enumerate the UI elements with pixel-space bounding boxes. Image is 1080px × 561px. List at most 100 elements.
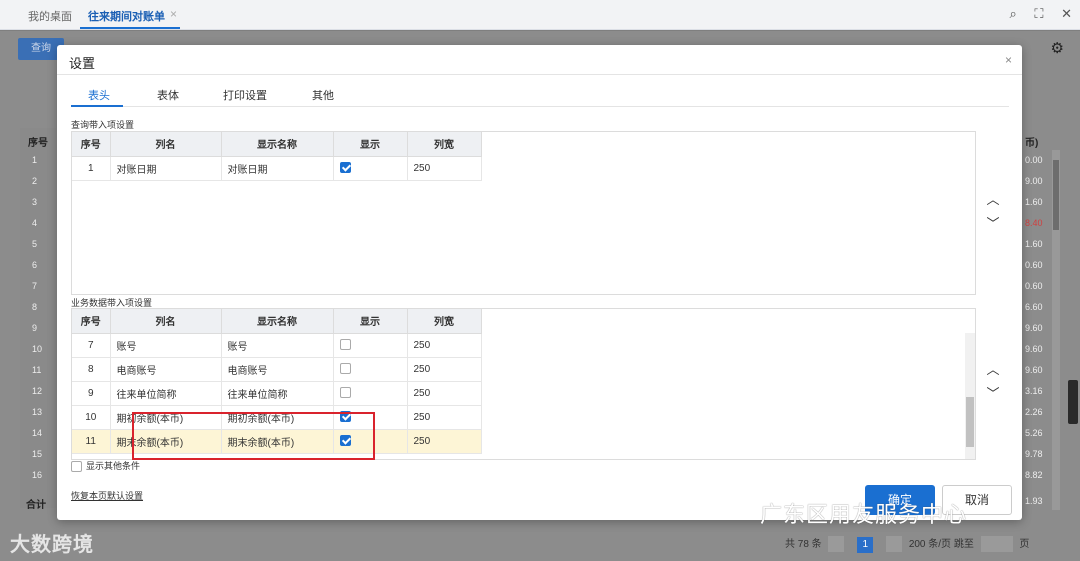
table-row[interactable]: 1 对账日期 对账日期 250 xyxy=(72,156,482,181)
grid-row-number: 12 xyxy=(32,386,43,396)
gear-icon[interactable]: ⚙ xyxy=(1051,39,1064,57)
grid-amount-cell: 1.60 xyxy=(1025,197,1043,207)
column-header-show: 显示 xyxy=(333,132,408,157)
restore-defaults-link[interactable]: 恢复本页默认设置 xyxy=(71,489,143,502)
grid-row-number: 4 xyxy=(32,218,38,228)
grid-row-number: 14 xyxy=(32,428,43,438)
show-checkbox[interactable] xyxy=(339,387,351,399)
side-panel-handle[interactable] xyxy=(1068,380,1078,424)
column-header-display: 显示名称 xyxy=(221,309,334,334)
grid-row-number: 1 xyxy=(32,155,38,165)
grid-row-number: 11 xyxy=(32,365,42,375)
column-header-no: 序号 xyxy=(72,309,111,334)
search-icon[interactable]: ⌕ xyxy=(1009,6,1016,21)
column-header-show: 显示 xyxy=(333,309,408,334)
grid-amount-cell: 8.40 xyxy=(1025,218,1043,228)
cell-name: 电商账号 xyxy=(110,357,222,382)
cell-width[interactable]: 250 xyxy=(407,405,482,430)
grid-row-number: 9 xyxy=(32,323,38,333)
cell-name: 往来单位简称 xyxy=(110,381,222,406)
cell-display[interactable]: 电商账号 xyxy=(221,357,334,382)
grid-amount-cell: 9.60 xyxy=(1025,344,1043,354)
close-icon[interactable]: ✕ xyxy=(1061,6,1072,21)
column-header-no: 序号 xyxy=(72,132,111,157)
pager-prev-button[interactable] xyxy=(828,536,845,553)
pager-jump-label: 跳至 xyxy=(953,539,974,550)
divider xyxy=(57,74,1022,75)
cell-name: 账号 xyxy=(110,333,222,358)
show-more-checkbox[interactable] xyxy=(71,461,82,473)
grid-row-number: 15 xyxy=(32,449,43,459)
grid-amount-cell: 1.60 xyxy=(1025,239,1043,249)
table-row[interactable]: 8 电商账号 电商账号 250 xyxy=(72,357,482,382)
annotation-highlight-box xyxy=(132,412,375,460)
watermark-logo: 大数跨境 xyxy=(10,534,94,556)
show-checkbox[interactable] xyxy=(339,339,351,351)
table-row[interactable]: 7 账号 账号 250 xyxy=(72,333,482,358)
show-checkbox[interactable] xyxy=(339,162,351,174)
move-down-icon[interactable]: ﹀ xyxy=(983,385,1003,405)
cell-no: 11 xyxy=(72,429,111,454)
grid-amount-cell: 0.60 xyxy=(1025,260,1043,270)
grid-amount-cell: 0.60 xyxy=(1025,281,1043,291)
grid-row-number: 5 xyxy=(32,239,38,249)
active-tab-indicator xyxy=(71,105,123,107)
pager-page-suffix: 页 xyxy=(1019,539,1030,550)
grid-amount-cell: 8.82 xyxy=(1025,470,1043,480)
cell-no: 8 xyxy=(72,357,111,382)
grid-row-number: 10 xyxy=(32,344,43,354)
dialog-close-icon[interactable]: × xyxy=(1005,53,1012,67)
cell-width[interactable]: 250 xyxy=(407,357,482,382)
tab-close-icon[interactable]: × xyxy=(170,7,177,21)
tab-statement[interactable]: 往来期间对账单 xyxy=(88,8,165,24)
grid-scroll-thumb[interactable] xyxy=(1053,160,1059,230)
tab-home[interactable]: 我的桌面 xyxy=(28,8,72,24)
cell-show xyxy=(333,333,408,358)
pager-next-button[interactable] xyxy=(886,536,903,553)
dialog-title: 设置 xyxy=(69,56,96,71)
grid-amount-cell: 9.00 xyxy=(1025,176,1043,186)
grid-row-number: 8 xyxy=(32,302,38,312)
grid-amount-cell: 9.60 xyxy=(1025,365,1043,375)
cell-display[interactable]: 账号 xyxy=(221,333,334,358)
tab-other[interactable]: 其他 xyxy=(312,87,334,103)
business-grid-scrollbar[interactable] xyxy=(965,333,975,459)
table-row[interactable]: 9 往来单位简称 往来单位简称 250 xyxy=(72,381,482,406)
grid-amount-cell: 0.00 xyxy=(1025,155,1043,165)
cell-width[interactable]: 250 xyxy=(407,429,482,454)
move-up-icon[interactable]: ︿ xyxy=(983,191,1003,211)
grid-row-number: 7 xyxy=(32,281,38,291)
fullscreen-icon[interactable]: ⛶ xyxy=(1034,6,1043,21)
move-up-icon[interactable]: ︿ xyxy=(983,361,1003,381)
pager-current[interactable]: 1 xyxy=(857,537,874,553)
show-more-conditions[interactable]: 显示其他条件 xyxy=(71,459,141,473)
cell-display[interactable]: 对账日期 xyxy=(221,156,334,181)
business-grid-scroll-thumb[interactable] xyxy=(966,397,974,447)
pager-size-select[interactable]: 200 条/页 xyxy=(909,539,951,550)
cell-no: 10 xyxy=(72,405,111,430)
grid-header-no: 序号 xyxy=(28,138,48,149)
tab-header[interactable]: 表头 xyxy=(88,87,110,103)
move-down-icon[interactable]: ﹀ xyxy=(983,215,1003,235)
cell-display[interactable]: 往来单位简称 xyxy=(221,381,334,406)
cell-width[interactable]: 250 xyxy=(407,156,482,181)
tab-body[interactable]: 表体 xyxy=(157,87,179,103)
column-header-display: 显示名称 xyxy=(221,132,334,157)
grid-amount-cell: 5.26 xyxy=(1025,428,1043,438)
show-more-label: 显示其他条件 xyxy=(86,461,141,471)
grid-header-amount: 币) xyxy=(1025,138,1039,149)
grid-amount-cell: 2.26 xyxy=(1025,407,1043,417)
cell-width[interactable]: 250 xyxy=(407,333,482,358)
cell-width[interactable]: 250 xyxy=(407,381,482,406)
cell-name: 对账日期 xyxy=(110,156,222,181)
cell-show xyxy=(333,381,408,406)
column-header-width: 列宽 xyxy=(407,132,482,157)
active-tab-indicator xyxy=(80,27,180,29)
top-tab-bar: 我的桌面 往来期间对账单 × ⌕ ⛶ ✕ xyxy=(0,0,1080,30)
grid-amount-cell: 9.60 xyxy=(1025,323,1043,333)
pager-jump-input[interactable] xyxy=(980,536,1013,553)
window-controls: ⌕ ⛶ ✕ xyxy=(995,6,1072,22)
show-checkbox[interactable] xyxy=(339,363,351,375)
tab-print-settings[interactable]: 打印设置 xyxy=(223,87,267,103)
cell-show xyxy=(333,156,408,181)
